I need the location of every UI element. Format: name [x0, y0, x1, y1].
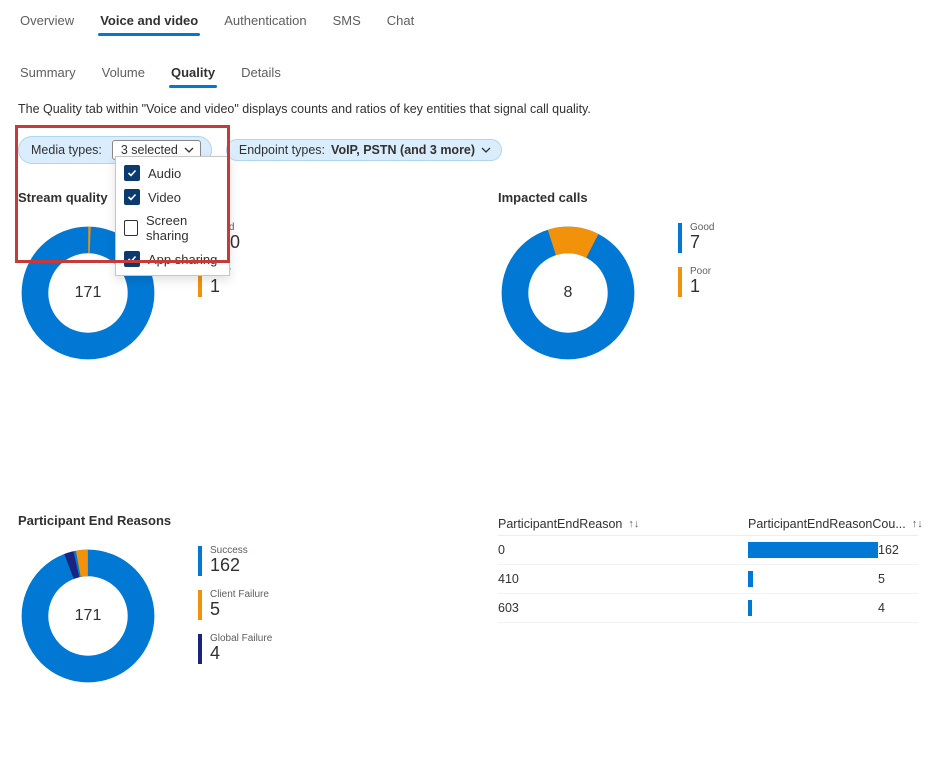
cell-count: 4: [878, 601, 918, 615]
header-label: ParticipantEndReason: [498, 517, 622, 531]
impacted-calls-title: Impacted calls: [498, 190, 918, 205]
legend-color-swatch: [678, 223, 682, 253]
legend-value: 1: [690, 277, 711, 297]
sort-icon: ↑↓: [628, 518, 639, 530]
impacted-calls-total: 8: [564, 284, 573, 302]
checkbox-icon: [124, 189, 140, 205]
table-header-count[interactable]: ParticipantEndReasonCou... ↑↓: [748, 517, 918, 531]
page-description: The Quality tab within "Voice and video"…: [18, 102, 918, 116]
sub-tabs: Summary Volume Quality Details: [18, 56, 918, 86]
cell-reason: 410: [498, 572, 748, 586]
main-tabs: Overview Voice and video Authentication …: [18, 4, 918, 34]
chevron-down-icon: [184, 145, 194, 155]
cell-reason: 0: [498, 543, 748, 557]
sort-icon: ↑↓: [912, 518, 923, 530]
bar-indicator: [748, 542, 878, 558]
stream-quality-total: 171: [75, 284, 102, 302]
subtab-details[interactable]: Details: [239, 61, 283, 86]
legend-color-swatch: [678, 267, 682, 297]
end-reasons-total: 171: [75, 607, 102, 625]
subtab-volume[interactable]: Volume: [100, 61, 147, 86]
media-types-dropdown: Audio Video Screen sharing App sharing: [115, 156, 230, 276]
endpoint-types-filter[interactable]: Endpoint types: VoIP, PSTN (and 3 more): [226, 139, 502, 161]
subtab-quality[interactable]: Quality: [169, 61, 217, 86]
end-reasons-title: Participant End Reasons: [18, 513, 438, 528]
legend-value: 4: [210, 644, 272, 664]
tab-overview[interactable]: Overview: [18, 9, 76, 34]
header-label: ParticipantEndReasonCou...: [748, 517, 906, 531]
checkbox-icon: [124, 251, 140, 267]
endpoint-types-value: VoIP, PSTN (and 3 more): [331, 143, 475, 157]
legend-value: 5: [210, 600, 269, 620]
endpoint-types-label: Endpoint types:: [239, 143, 325, 157]
bar-indicator: [748, 571, 753, 587]
table-header: ParticipantEndReason ↑↓ ParticipantEndRe…: [498, 513, 918, 536]
dropdown-option-label: Video: [148, 190, 181, 205]
cell-count: 162: [878, 543, 918, 557]
dropdown-option-audio[interactable]: Audio: [116, 161, 229, 185]
legend-color-swatch: [198, 590, 202, 620]
tab-chat[interactable]: Chat: [385, 9, 416, 34]
dropdown-option-app-sharing[interactable]: App sharing: [116, 247, 229, 271]
checkbox-icon: [124, 220, 138, 236]
dropdown-option-screen-sharing[interactable]: Screen sharing: [116, 209, 229, 247]
tab-voice-video[interactable]: Voice and video: [98, 9, 200, 34]
chevron-down-icon: [481, 145, 491, 155]
dropdown-option-label: Screen sharing: [146, 213, 221, 243]
table-row[interactable]: 410 5: [498, 565, 918, 594]
media-types-summary: 3 selected: [121, 143, 178, 157]
table-header-reason[interactable]: ParticipantEndReason ↑↓: [498, 517, 748, 531]
impacted-calls-donut: 8: [498, 223, 638, 363]
end-reasons-donut: 171: [18, 546, 158, 686]
bar-indicator: [748, 600, 752, 616]
checkbox-icon: [124, 165, 140, 181]
tab-authentication[interactable]: Authentication: [222, 9, 308, 34]
legend-value: 1: [210, 277, 231, 297]
dropdown-option-label: Audio: [148, 166, 181, 181]
media-types-label: Media types:: [31, 143, 102, 157]
legend-color-swatch: [198, 546, 202, 576]
cell-count: 5: [878, 572, 918, 586]
legend-color-swatch: [198, 634, 202, 664]
end-reasons-legend: Success 162 Client Failure 5 Global Fail…: [198, 546, 272, 664]
subtab-summary[interactable]: Summary: [18, 61, 78, 86]
table-row[interactable]: 603 4: [498, 594, 918, 623]
cell-reason: 603: [498, 601, 748, 615]
dropdown-option-label: App sharing: [148, 252, 217, 267]
table-row[interactable]: 0 162: [498, 536, 918, 565]
tab-sms[interactable]: SMS: [331, 9, 363, 34]
legend-value: 162: [210, 556, 248, 576]
impacted-calls-legend: Good 7 Poor 1: [678, 223, 714, 297]
dropdown-option-video[interactable]: Video: [116, 185, 229, 209]
legend-value: 7: [690, 233, 714, 253]
